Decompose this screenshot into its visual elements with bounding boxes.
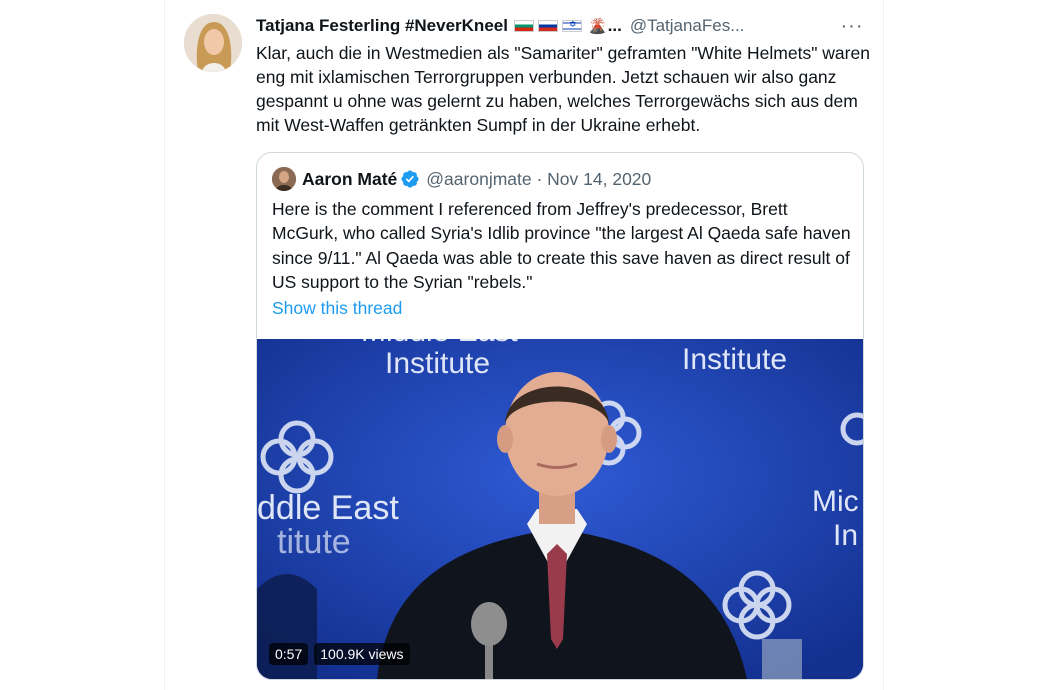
author-handle[interactable]: @TatjanaFes...: [630, 16, 745, 36]
quoted-author-name[interactable]: Aaron Maté: [302, 169, 397, 190]
video-frame: Middle East Institute Institute ddle Eas…: [257, 339, 863, 679]
tweet-text: Klar, auch die in Westmedien als "Samari…: [256, 43, 870, 135]
quoted-handle-date[interactable]: @aaronjmate · Nov 14, 2020: [426, 169, 651, 190]
author-avatar[interactable]: [184, 14, 242, 72]
israel-flag-icon: [561, 19, 582, 32]
quoted-author-avatar[interactable]: [272, 167, 296, 191]
quoted-tweet-header: Aaron Maté @aaronjmate · Nov 14, 2020: [272, 167, 651, 191]
quoted-tweet[interactable]: Aaron Maté @aaronjmate · Nov 14, 2020 He…: [256, 152, 864, 680]
tweet-header: Tatjana Festerling #NeverKneel 🌋 ... @Ta…: [256, 14, 866, 38]
author-name[interactable]: Tatjana Festerling #NeverKneel: [256, 16, 508, 36]
backdrop-text: Mic: [812, 485, 859, 518]
backdrop-text: In: [833, 519, 858, 552]
name-emoji-flags: 🌋: [513, 17, 607, 35]
video-stats: 0:57 100.9K views: [269, 643, 410, 665]
video-duration: 0:57: [269, 643, 309, 665]
quoted-tweet-text: Here is the comment I referenced from Je…: [272, 199, 851, 292]
backdrop-text: ddle East: [257, 489, 399, 527]
video-player[interactable]: Middle East Institute Institute ddle Eas…: [257, 339, 863, 679]
show-thread-link[interactable]: Show this thread: [272, 298, 402, 319]
volcano-icon: 🌋: [587, 18, 607, 35]
russia-flag-icon: [537, 20, 558, 32]
backdrop-text: Institute: [682, 343, 787, 376]
more-horizontal-icon[interactable]: ···: [838, 12, 866, 40]
verified-badge-icon: [400, 169, 420, 189]
backdrop-text: Institute: [385, 347, 490, 380]
bulgaria-flag-icon: [513, 20, 534, 32]
backdrop-text: titute: [277, 523, 351, 561]
name-ellipsis: ...: [607, 16, 622, 35]
video-views: 100.9K views: [314, 643, 410, 665]
